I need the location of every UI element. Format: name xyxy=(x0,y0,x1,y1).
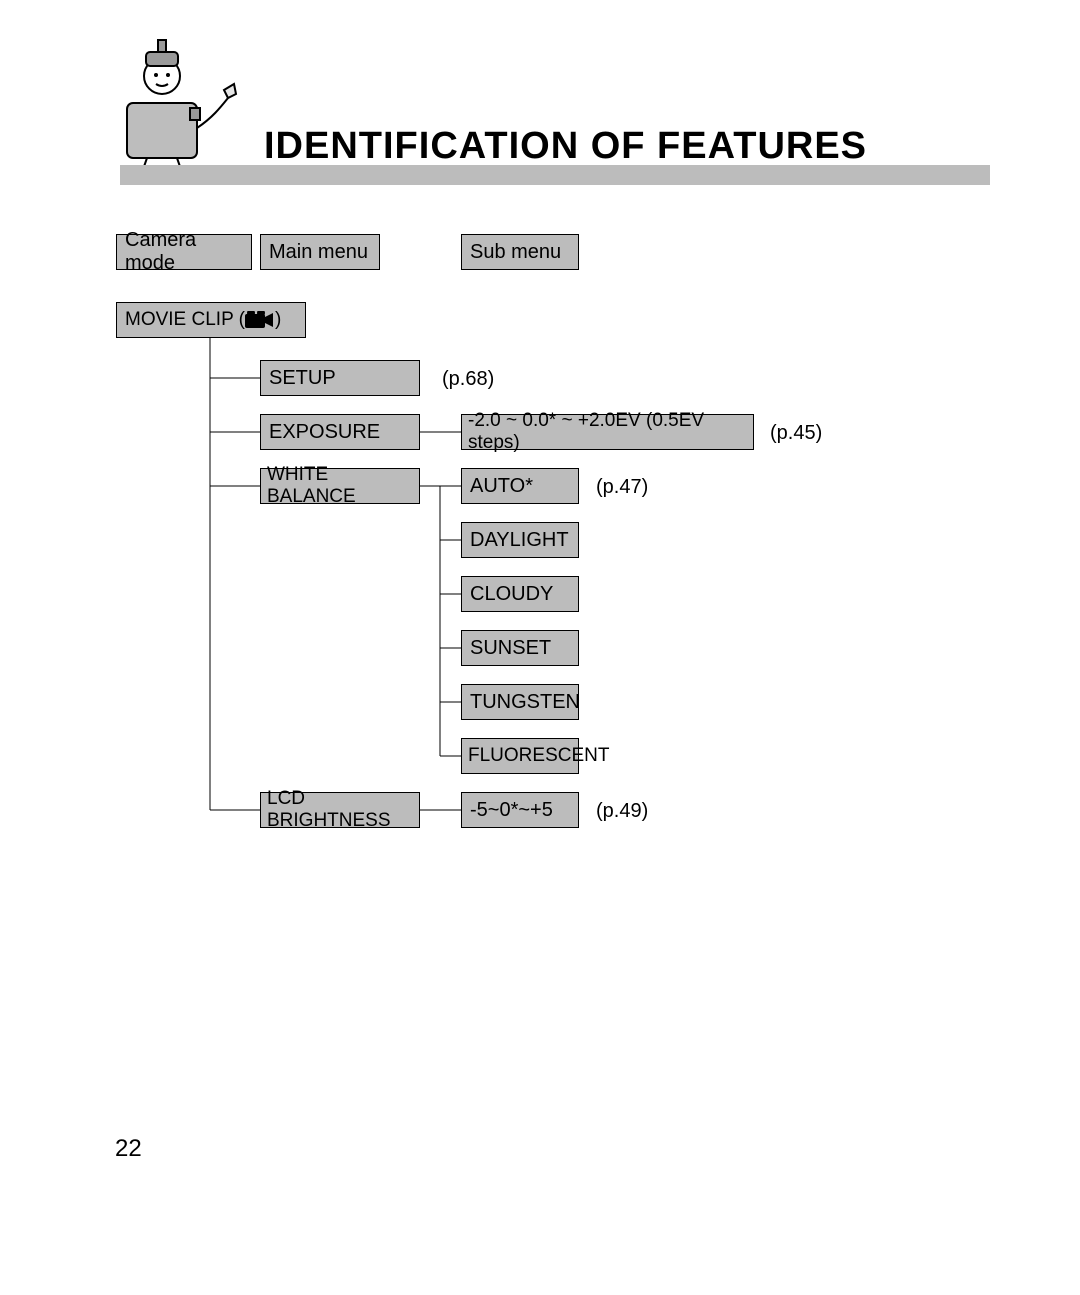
menu-lcd-brightness: LCD BRIGHTNESS xyxy=(260,792,420,828)
page-number: 22 xyxy=(115,1135,142,1163)
col-sub-menu-label: Sub menu xyxy=(470,241,561,264)
mode-suffix: ) xyxy=(275,309,281,331)
menu-setup-label: SETUP xyxy=(269,367,336,390)
page-title-text: IDENTIFICATION OF FEATURES xyxy=(264,125,867,167)
col-camera-mode: Camera mode xyxy=(116,234,252,270)
value-lcd-text: -5~0*~+5 xyxy=(470,799,553,822)
wb-cloudy: CLOUDY xyxy=(461,576,579,612)
wb-fluorescent-text: FLUORESCENT xyxy=(468,745,609,767)
wb-cloudy-text: CLOUDY xyxy=(470,583,553,606)
menu-white-balance: WHITE BALANCE xyxy=(260,468,420,504)
wb-auto-text: AUTO* xyxy=(470,475,533,498)
mode-prefix: MOVIE CLIP ( xyxy=(125,309,245,331)
col-main-menu-label: Main menu xyxy=(269,241,368,264)
mode-movie-clip: MOVIE CLIP ( ) xyxy=(116,302,306,338)
wb-sunset: SUNSET xyxy=(461,630,579,666)
wb-tungsten: TUNGSTEN xyxy=(461,684,579,720)
wb-auto: AUTO* xyxy=(461,468,579,504)
pref-wb: (p.47) xyxy=(596,476,648,499)
menu-setup: SETUP xyxy=(260,360,420,396)
pref-exposure: (p.45) xyxy=(770,422,822,445)
pref-lcd: (p.49) xyxy=(596,800,648,823)
mascot-illustration xyxy=(112,28,252,188)
wb-daylight: DAYLIGHT xyxy=(461,522,579,558)
wb-sunset-text: SUNSET xyxy=(470,637,551,660)
menu-wb-label: WHITE BALANCE xyxy=(267,464,413,508)
page-title: IDENTIFICATION OF FEATURES xyxy=(264,125,867,168)
menu-exposure: EXPOSURE xyxy=(260,414,420,450)
value-exposure-text: -2.0 ~ 0.0* ~ +2.0EV (0.5EV steps) xyxy=(468,410,747,454)
value-lcd: -5~0*~+5 xyxy=(461,792,579,828)
col-sub-menu: Sub menu xyxy=(461,234,579,270)
menu-exposure-label: EXPOSURE xyxy=(269,421,380,444)
title-underline xyxy=(120,165,990,185)
col-main-menu: Main menu xyxy=(260,234,380,270)
col-camera-mode-label: Camera mode xyxy=(125,229,243,275)
value-exposure: -2.0 ~ 0.0* ~ +2.0EV (0.5EV steps) xyxy=(461,414,754,450)
wb-tungsten-text: TUNGSTEN xyxy=(470,691,580,714)
wb-daylight-text: DAYLIGHT xyxy=(470,529,569,552)
pref-setup: (p.68) xyxy=(442,368,494,391)
menu-lcd-label: LCD BRIGHTNESS xyxy=(267,788,413,832)
wb-fluorescent: FLUORESCENT xyxy=(461,738,579,774)
movie-clip-icon xyxy=(245,311,275,329)
